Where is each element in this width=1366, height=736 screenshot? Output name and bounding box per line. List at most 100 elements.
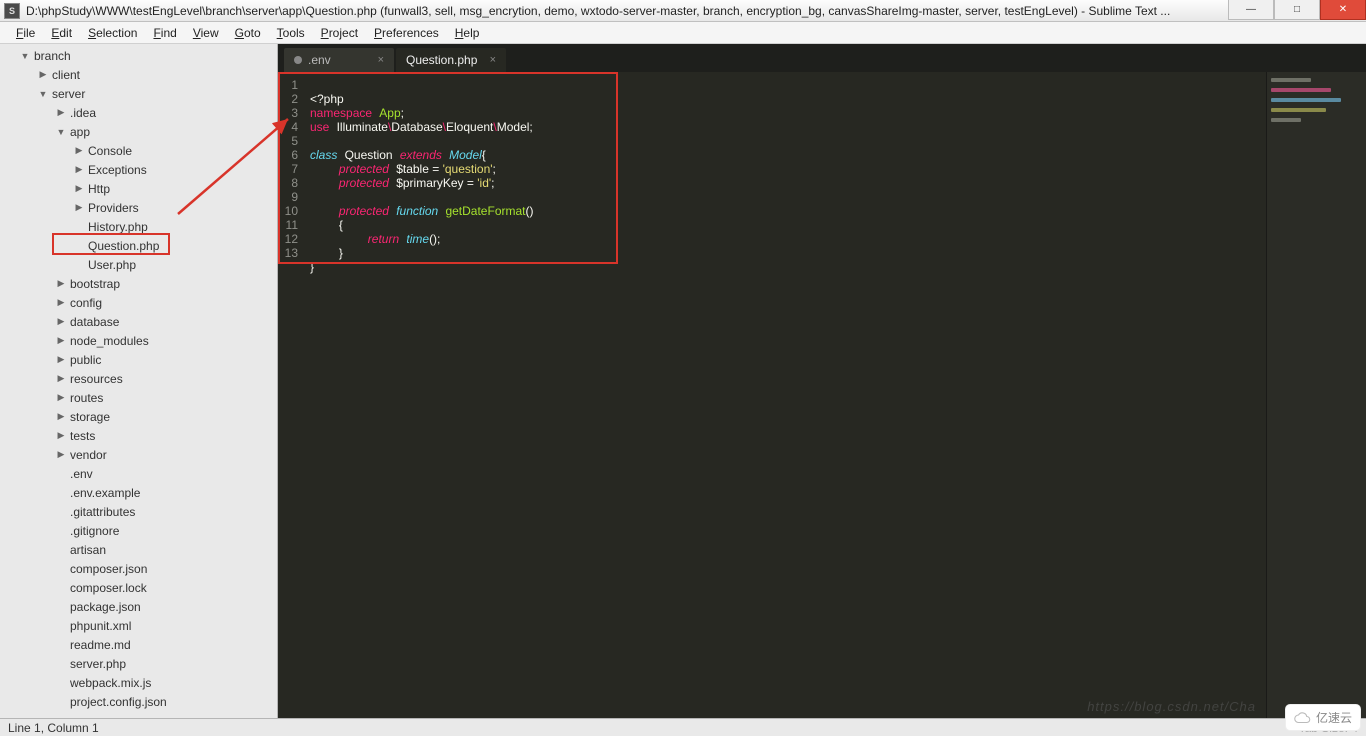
tree-item-storage[interactable]: storage — [0, 407, 277, 426]
tree-item-branch[interactable]: branch — [0, 46, 277, 65]
tree-item-label: webpack.mix.js — [70, 676, 151, 690]
tree-item--env[interactable]: .env — [0, 464, 277, 483]
code-token: Illuminate — [337, 120, 388, 134]
tree-item-resources[interactable]: resources — [0, 369, 277, 388]
menu-tools[interactable]: Tools — [269, 24, 313, 42]
menu-goto[interactable]: Goto — [227, 24, 269, 42]
tree-item-public[interactable]: public — [0, 350, 277, 369]
code-editor[interactable]: <?php namespace App; use Illuminate\Data… — [304, 72, 1266, 718]
minimize-button[interactable]: — — [1228, 0, 1274, 20]
menu-selection[interactable]: Selection — [80, 24, 145, 42]
window-titlebar: S D:\phpStudy\WWW\testEngLevel\branch\se… — [0, 0, 1366, 22]
folder-twisty-icon[interactable] — [74, 202, 84, 213]
code-token: ; — [529, 120, 532, 134]
code-token: Database — [391, 120, 442, 134]
tab--env[interactable]: .env× — [284, 48, 394, 72]
minimap[interactable] — [1266, 72, 1366, 718]
tree-item-client[interactable]: client — [0, 65, 277, 84]
code-token: { — [339, 218, 343, 232]
tree-item-node-modules[interactable]: node_modules — [0, 331, 277, 350]
folder-twisty-icon[interactable] — [56, 107, 66, 118]
tree-item-server-php[interactable]: server.php — [0, 654, 277, 673]
tree-item-label: History.php — [88, 220, 148, 234]
menu-help[interactable]: Help — [447, 24, 488, 42]
tree-item-package-json[interactable]: package.json — [0, 597, 277, 616]
menu-edit[interactable]: Edit — [43, 24, 80, 42]
folder-twisty-icon[interactable] — [56, 297, 66, 308]
tree-item-project-config-json[interactable]: project.config.json — [0, 692, 277, 711]
window-controls: — □ ✕ — [1228, 0, 1366, 20]
code-token: protected — [339, 176, 389, 190]
tree-item-tests[interactable]: tests — [0, 426, 277, 445]
tree-item-config[interactable]: config — [0, 293, 277, 312]
maximize-button[interactable]: □ — [1274, 0, 1320, 20]
menu-find[interactable]: Find — [145, 24, 184, 42]
tab-close-icon[interactable]: × — [482, 54, 496, 66]
tree-item-readme-md[interactable]: readme.md — [0, 635, 277, 654]
code-token: $table — [396, 162, 429, 176]
tree-item-composer-json[interactable]: composer.json — [0, 559, 277, 578]
tree-item-webpack-mix-js[interactable]: webpack.mix.js — [0, 673, 277, 692]
tree-item--gitignore[interactable]: .gitignore — [0, 521, 277, 540]
menu-project[interactable]: Project — [313, 24, 366, 42]
tree-item-user-php[interactable]: User.php — [0, 255, 277, 274]
tab-question-php[interactable]: Question.php× — [396, 48, 506, 72]
tree-item-question-php[interactable]: Question.php — [0, 236, 277, 255]
line-number: 7 — [278, 162, 298, 176]
folder-twisty-icon[interactable] — [56, 316, 66, 327]
folder-twisty-icon[interactable] — [56, 430, 66, 441]
code-token: time — [406, 232, 429, 246]
tree-item-bootstrap[interactable]: bootstrap — [0, 274, 277, 293]
folder-twisty-icon[interactable] — [56, 449, 66, 460]
tree-item-vendor[interactable]: vendor — [0, 445, 277, 464]
tree-item-label: vendor — [70, 448, 107, 462]
tree-item-routes[interactable]: routes — [0, 388, 277, 407]
code-token: Model — [497, 120, 530, 134]
folder-twisty-icon[interactable] — [20, 51, 30, 61]
tree-item-console[interactable]: Console — [0, 141, 277, 160]
tree-item-label: .gitattributes — [70, 505, 135, 519]
tree-item--idea[interactable]: .idea — [0, 103, 277, 122]
tree-item-label: composer.json — [70, 562, 147, 576]
folder-twisty-icon[interactable] — [38, 69, 48, 80]
line-number: 9 — [278, 190, 298, 204]
tree-item-providers[interactable]: Providers — [0, 198, 277, 217]
line-number: 4 — [278, 120, 298, 134]
tree-item-database[interactable]: database — [0, 312, 277, 331]
tree-item-composer-lock[interactable]: composer.lock — [0, 578, 277, 597]
tab-close-icon[interactable]: × — [370, 54, 384, 66]
tree-item--gitattributes[interactable]: .gitattributes — [0, 502, 277, 521]
tree-item-history-php[interactable]: History.php — [0, 217, 277, 236]
folder-twisty-icon[interactable] — [56, 278, 66, 289]
close-button[interactable]: ✕ — [1320, 0, 1366, 20]
tree-item-label: .env.example — [70, 486, 140, 500]
menu-preferences[interactable]: Preferences — [366, 24, 447, 42]
tree-item-server[interactable]: server — [0, 84, 277, 103]
cloud-badge-label: 亿速云 — [1316, 709, 1352, 726]
folder-twisty-icon[interactable] — [56, 354, 66, 365]
folder-twisty-icon[interactable] — [38, 89, 48, 99]
tree-item-label: artisan — [70, 543, 106, 557]
menu-view[interactable]: View — [185, 24, 227, 42]
tree-item-http[interactable]: Http — [0, 179, 277, 198]
folder-twisty-icon[interactable] — [56, 335, 66, 346]
tree-item-artisan[interactable]: artisan — [0, 540, 277, 559]
folder-twisty-icon[interactable] — [56, 392, 66, 403]
folder-twisty-icon[interactable] — [74, 164, 84, 175]
folder-twisty-icon[interactable] — [56, 127, 66, 137]
tree-item-app[interactable]: app — [0, 122, 277, 141]
menu-file[interactable]: File — [8, 24, 43, 42]
tree-item-phpunit-xml[interactable]: phpunit.xml — [0, 616, 277, 635]
folder-twisty-icon[interactable] — [74, 145, 84, 156]
editor-pane: .env×Question.php× 12345678910111213 <?p… — [278, 44, 1366, 718]
status-cursor-position: Line 1, Column 1 — [8, 721, 99, 735]
tree-item-exceptions[interactable]: Exceptions — [0, 160, 277, 179]
folder-twisty-icon[interactable] — [56, 373, 66, 384]
code-token: protected — [339, 204, 389, 218]
folder-twisty-icon[interactable] — [56, 411, 66, 422]
folder-twisty-icon[interactable] — [74, 183, 84, 194]
code-token: use — [310, 120, 329, 134]
code-token: Eloquent — [446, 120, 493, 134]
tree-item--env-example[interactable]: .env.example — [0, 483, 277, 502]
tree-item-label: bootstrap — [70, 277, 120, 291]
